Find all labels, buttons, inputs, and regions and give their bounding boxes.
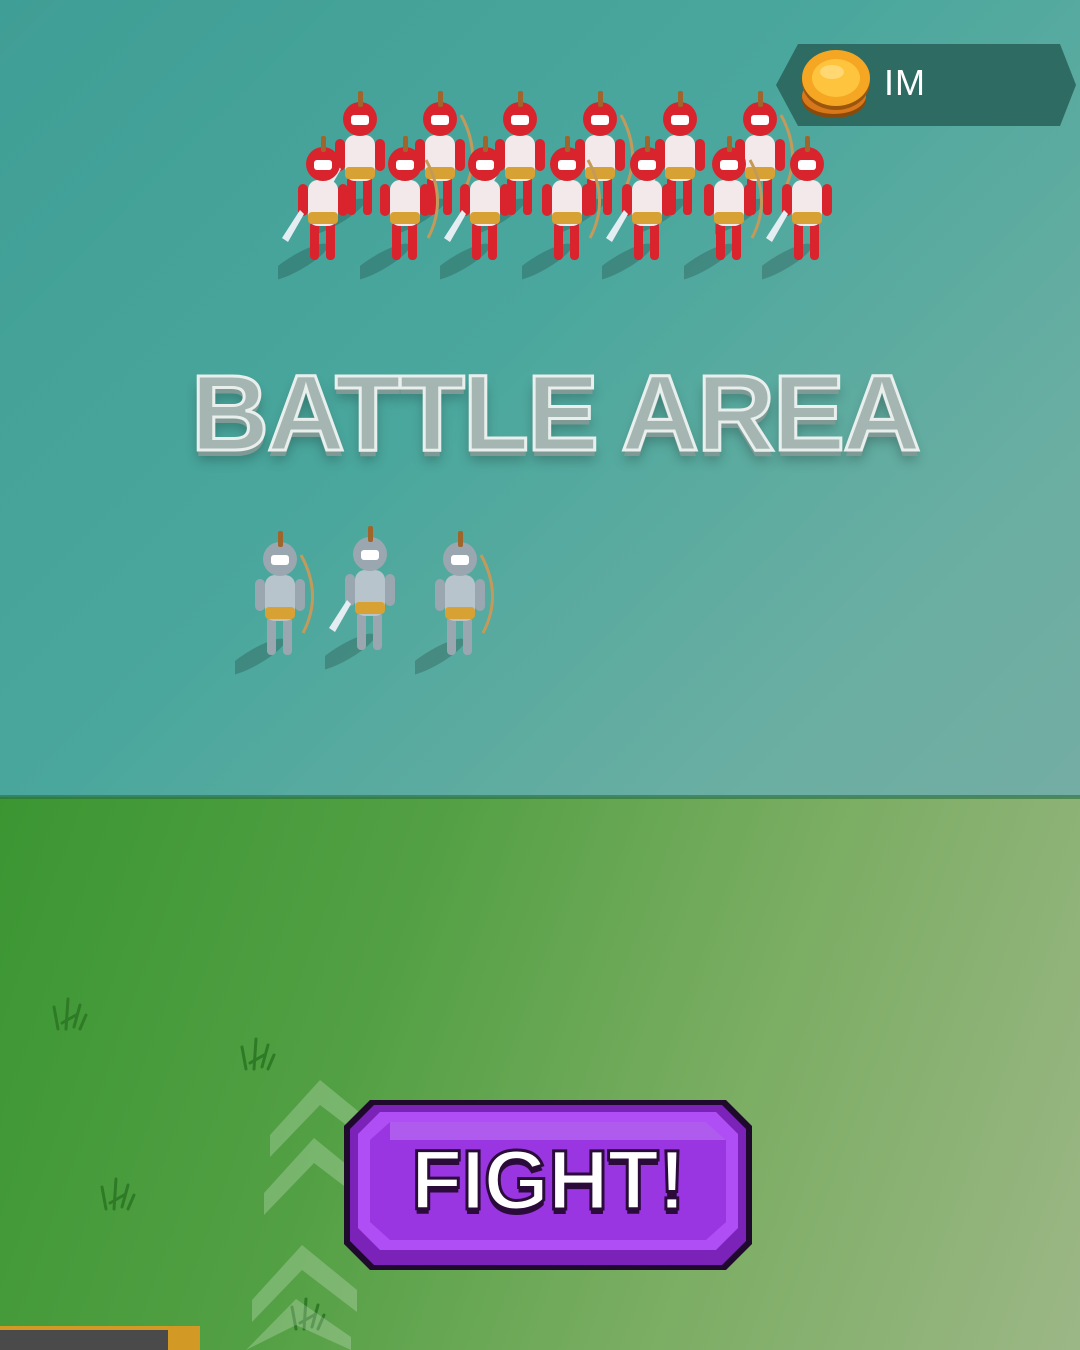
arena-edge	[0, 795, 1080, 799]
enemy-soldier	[674, 130, 774, 284]
coin-value: IM	[884, 62, 926, 103]
coin-stack-icon	[802, 50, 870, 118]
fight-button[interactable]: FIGHT!	[344, 1100, 752, 1270]
ally-soldier	[405, 525, 505, 679]
fight-button-label: FIGHT!	[410, 1132, 688, 1229]
grass-tuft	[52, 997, 88, 1031]
coin-counter: IM	[776, 44, 1076, 126]
enemy-soldier	[592, 130, 692, 284]
ally-soldier	[225, 525, 325, 679]
enemy-soldier	[268, 130, 368, 284]
grass-tuft	[100, 1177, 136, 1211]
battle-area-title: BATTLE AREA	[190, 351, 923, 475]
grass-tuft	[240, 1037, 276, 1071]
enemy-soldier	[430, 130, 530, 284]
bottom-panel-edge	[0, 1326, 200, 1350]
game-scene: IM BATTLE AREA FIGHT!	[0, 0, 1080, 1350]
enemy-soldier	[752, 130, 852, 284]
enemy-soldier	[512, 130, 612, 284]
ally-soldier	[315, 520, 415, 674]
enemy-soldier	[350, 130, 450, 284]
